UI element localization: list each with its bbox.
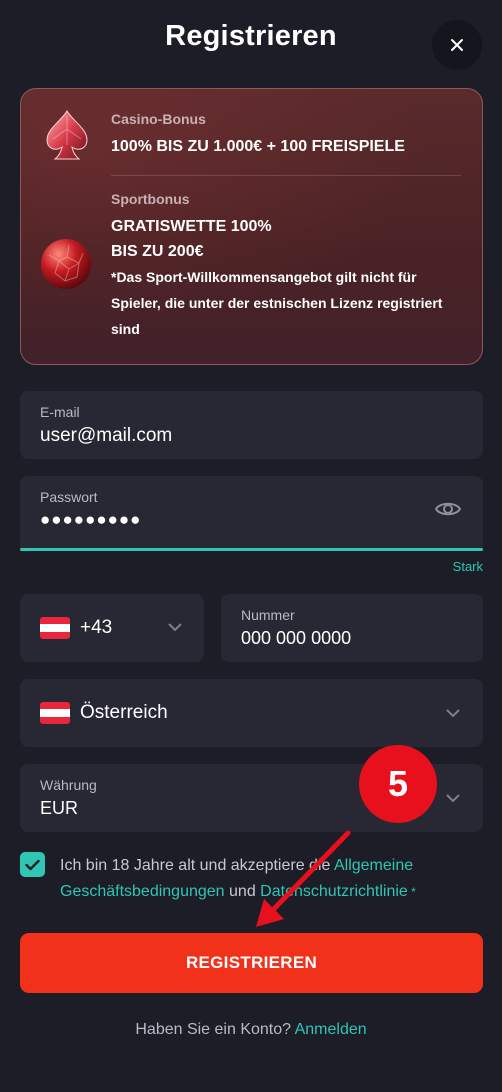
sport-bonus-line1: GRATISWETTE 100% <box>111 218 272 235</box>
phone-number-field[interactable]: Nummer 000 000 0000 <box>221 594 483 662</box>
close-icon <box>451 39 463 51</box>
country-select[interactable]: Österreich <box>20 679 483 747</box>
chevron-down-icon <box>446 794 460 803</box>
required-mark: * <box>407 885 416 899</box>
email-field[interactable]: E-mail user@mail.com <box>20 391 483 459</box>
sport-ball-icon <box>41 239 91 289</box>
eye-icon[interactable] <box>434 499 462 519</box>
sport-bonus-line2: BIS ZU 200€ <box>111 243 204 260</box>
step-badge: 5 <box>359 745 437 823</box>
casino-bonus-value: 100% BIS ZU 1.000€ + 100 FREISPIELE <box>111 138 405 155</box>
phone-number-input[interactable]: 000 000 0000 <box>241 628 351 649</box>
email-label: E-mail <box>40 404 80 420</box>
check-icon <box>25 859 40 870</box>
casino-bonus-label: Casino-Bonus <box>111 111 206 127</box>
terms-checkbox[interactable] <box>20 852 45 877</box>
password-input[interactable]: ●●●●●●●●● <box>40 510 141 530</box>
bonus-card: Casino-Bonus 100% BIS ZU 1.000€ + 100 FR… <box>20 88 483 365</box>
austria-flag-icon <box>40 617 70 639</box>
close-button[interactable] <box>432 20 482 70</box>
sport-bonus-note: *Das Sport-Willkommensangebot gilt nicht… <box>111 269 443 337</box>
password-label: Passwort <box>40 489 98 505</box>
currency-label: Währung <box>40 777 97 793</box>
password-field[interactable]: Passwort ●●●●●●●●● <box>20 476 483 548</box>
password-strength-bar <box>20 548 483 551</box>
page-title: Registrieren <box>165 20 337 52</box>
currency-value: EUR <box>40 798 79 818</box>
phone-code-value: +43 <box>80 617 113 638</box>
chevron-down-icon <box>168 623 182 632</box>
phone-code-select[interactable]: +43 <box>20 594 204 662</box>
spade-gem-icon <box>46 110 88 160</box>
login-prompt: Haben Sie ein Konto? Anmelden <box>0 1021 502 1039</box>
register-button[interactable]: REGISTRIEREN <box>20 933 483 993</box>
number-label: Nummer <box>241 607 295 623</box>
login-link[interactable]: Anmelden <box>295 1021 367 1038</box>
sport-bonus-label: Sportbonus <box>111 191 190 207</box>
chevron-down-icon <box>446 709 460 718</box>
austria-flag-icon <box>40 702 70 724</box>
country-value: Österreich <box>80 702 168 723</box>
login-prompt-text: Haben Sie ein Konto? <box>135 1021 295 1038</box>
password-strength-label: Stark <box>452 559 483 574</box>
annotation-arrow-icon <box>256 830 351 927</box>
email-input[interactable]: user@mail.com <box>40 425 172 447</box>
